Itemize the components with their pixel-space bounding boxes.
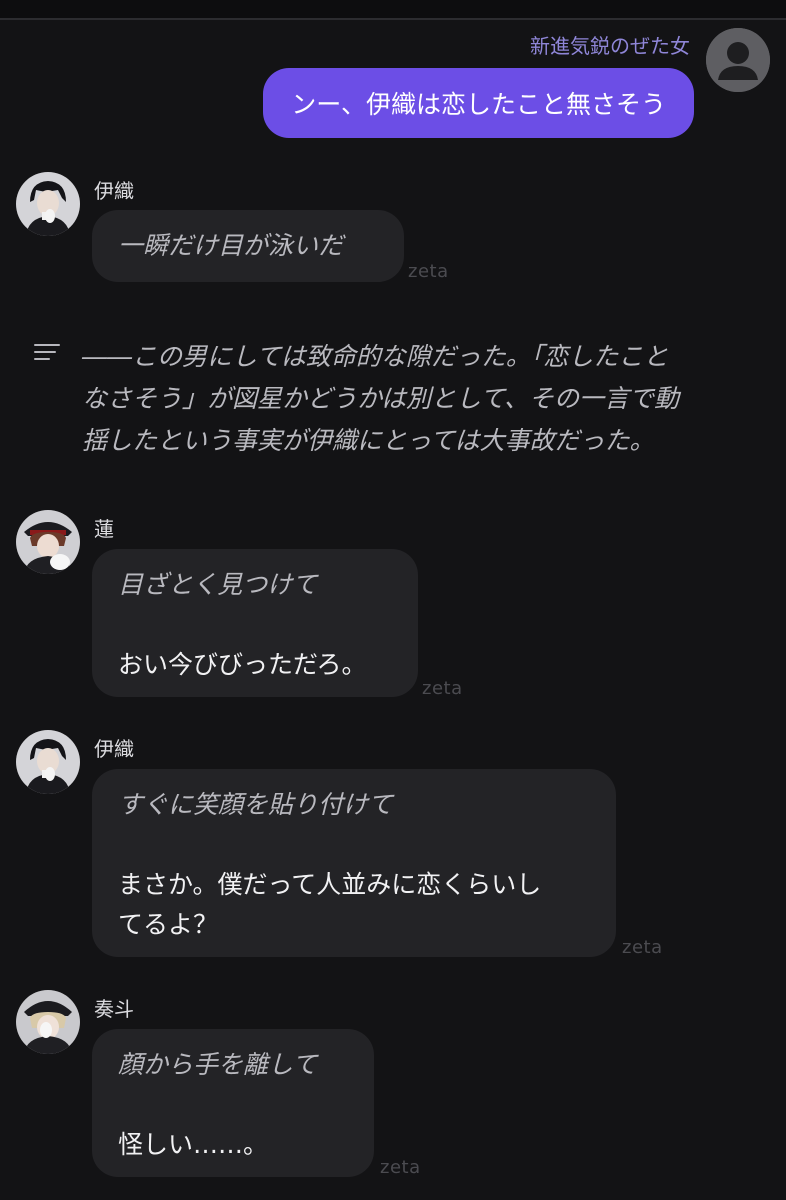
- zeta-watermark: zeta: [380, 1157, 421, 1178]
- iori-avatar[interactable]: [16, 172, 80, 236]
- zeta-watermark: zeta: [422, 678, 463, 699]
- character-message-bubble[interactable]: 一瞬だけ目が泳いだ: [92, 210, 404, 282]
- character-name: 伊織: [94, 737, 134, 761]
- character-name: 奏斗: [94, 997, 134, 1021]
- action-text: 目ざとく見つけて: [118, 570, 318, 599]
- dialogue-text: 怪しい……。: [118, 1130, 269, 1159]
- zeta-watermark: zeta: [622, 937, 663, 958]
- narration-lines-icon: [34, 344, 62, 366]
- narration-line: 揺したという事実が伊織にとっては大事故だった。: [82, 426, 655, 455]
- character-message-bubble[interactable]: 目ざとく見つけて おい今びびっただろ。: [92, 549, 418, 697]
- dialogue-text: まさか。僕だって人並みに恋くらいし: [118, 870, 542, 899]
- character-name: 伊織: [94, 179, 134, 203]
- narration-text: ――この男にしては致命的な隙だった。「恋したこと なさそう」が図星かどうかは別と…: [82, 336, 762, 462]
- user-name: 新進気鋭のぜた女: [530, 34, 690, 58]
- zeta-watermark: zeta: [408, 261, 449, 282]
- iori-avatar[interactable]: [16, 730, 80, 794]
- dialogue-text: おい今びびっただろ。: [118, 650, 367, 679]
- narration-line: なさそう」が図星かどうかは別として、その一言で動: [82, 384, 680, 413]
- character-message-bubble[interactable]: 顔から手を離して 怪しい……。: [92, 1029, 374, 1177]
- character-message-bubble[interactable]: すぐに笑顔を貼り付けて まさか。僕だって人並みに恋くらいし てるよ？: [92, 769, 616, 957]
- user-message-text: ンー、伊織は恋したこと無さそう: [291, 90, 666, 119]
- action-text: すぐに笑顔を貼り付けて: [118, 790, 394, 819]
- top-divider: [0, 0, 786, 20]
- user-avatar-icon[interactable]: [706, 28, 770, 92]
- dialogue-text: てるよ？: [118, 910, 219, 939]
- kanato-avatar[interactable]: [16, 990, 80, 1054]
- action-text: 顔から手を離して: [118, 1050, 318, 1079]
- ren-avatar[interactable]: [16, 510, 80, 574]
- user-message-bubble[interactable]: ンー、伊織は恋したこと無さそう: [263, 68, 694, 138]
- narration-line: ――この男にしては致命的な隙だった。「恋したこと: [82, 342, 669, 371]
- action-text: 一瞬だけ目が泳いだ: [118, 231, 344, 260]
- character-name: 蓮: [94, 517, 114, 541]
